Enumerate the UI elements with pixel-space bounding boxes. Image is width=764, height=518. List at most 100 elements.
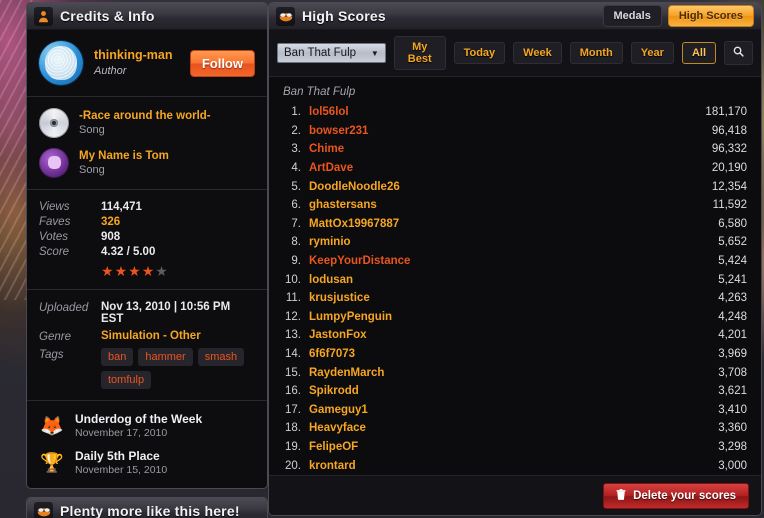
delete-your-scores-button[interactable]: Delete your scores [603, 482, 749, 509]
tags-label: Tags [39, 349, 64, 361]
author-role: Author [94, 64, 127, 77]
list-item[interactable]: -Race around the world- Song [39, 108, 255, 138]
score-rank: 5. [291, 180, 301, 193]
score-value: 4,248 [718, 310, 747, 323]
author-name[interactable]: thinking-man [94, 48, 179, 63]
table-row: 9. KeepYourDistance 5,424 [283, 252, 747, 271]
score-player[interactable]: krontard [309, 460, 687, 472]
song-kind: Song [79, 164, 105, 176]
follow-button[interactable]: Follow [189, 49, 255, 77]
tag-chip[interactable]: tomfulp [101, 371, 152, 389]
genre-label: Genre [39, 331, 71, 343]
header-tabs: Medals High Scores [602, 5, 754, 27]
credits-info-title: Credits & Info [60, 8, 155, 24]
award-meta: Underdog of the Week November 17, 2010 [75, 412, 202, 440]
table-row: 16. Spikrodd 3,621 [283, 382, 747, 401]
score-rank: 17. [285, 403, 301, 416]
score-rank: 10. [285, 273, 301, 286]
table-row: 8. ryminio 5,652 [283, 233, 747, 252]
tank-glasses-icon [276, 6, 295, 26]
list-item[interactable]: My Name is Tom Song [39, 148, 255, 178]
score-value: 12,354 [711, 180, 747, 193]
score-value: 5,652 [718, 236, 747, 249]
score-value: 3,708 [718, 366, 747, 379]
filter-my-best-button[interactable]: My Best [393, 36, 446, 70]
author-row: thinking-man Author Follow [39, 41, 255, 85]
table-row: 11. krusjustice 4,263 [283, 289, 747, 308]
tab-medals[interactable]: Medals [602, 5, 662, 27]
table-row: 3. Chime 96,332 [283, 140, 747, 159]
score-player[interactable]: FelipeOF [309, 441, 687, 453]
filter-all-button[interactable]: All [681, 42, 716, 64]
song-kind: Song [79, 124, 105, 136]
stat-label: Views [39, 201, 70, 213]
author-section: thinking-man Author Follow [27, 30, 267, 97]
score-value: 3,410 [718, 403, 747, 416]
score-player[interactable]: DoodleNoodle26 [309, 181, 687, 193]
filter-month-button[interactable]: Month [569, 42, 623, 64]
score-rank: 11. [285, 292, 301, 305]
score-value: 11,592 [712, 199, 747, 212]
score-player[interactable]: LumpyPenguin [309, 311, 687, 323]
score-player[interactable]: RaydenMarch [309, 367, 687, 379]
uploaded-value: Nov 13, 2010 | 10:56 PM EST [101, 301, 231, 325]
score-player[interactable]: JastonFox [309, 329, 687, 341]
tag-chip[interactable]: smash [197, 348, 245, 366]
score-player[interactable]: Heavyface [309, 422, 687, 434]
table-row: 10. lodusan 5,241 [283, 270, 747, 289]
star-icon: ★ [114, 263, 128, 279]
scoreboard-select[interactable]: Ban That Fulp ▼ [277, 43, 386, 63]
delete-your-scores-label: Delete your scores [633, 489, 736, 502]
list-item: 🏆 Daily 5th Place November 15, 2010 [39, 449, 255, 477]
score-player[interactable]: ghastersans [309, 199, 687, 211]
filter-year-button[interactable]: Year [630, 42, 674, 64]
uploaded-label: Uploaded [39, 302, 89, 314]
list-item: 🦊 Underdog of the Week November 17, 2010 [39, 412, 255, 440]
star-rating[interactable]: ★ ★ ★ ★ ★ [101, 264, 255, 278]
score-player[interactable]: Gameguy1 [309, 404, 687, 416]
genre-value[interactable]: Simulation - Other [101, 330, 255, 343]
page-root: Credits & Info thinking-man Author Follo… [0, 0, 764, 518]
score-player[interactable]: Chime [309, 143, 687, 155]
song-title[interactable]: My Name is Tom [79, 149, 169, 163]
tab-high-scores[interactable]: High Scores [667, 5, 754, 27]
tag-chip[interactable]: hammer [138, 348, 193, 366]
filter-today-button[interactable]: Today [453, 42, 506, 64]
award-meta: Daily 5th Place November 15, 2010 [75, 449, 167, 477]
score-player[interactable]: bowser231 [309, 125, 687, 137]
award-title: Underdog of the Week [75, 412, 203, 426]
credits-info-header: Credits & Info [27, 3, 267, 30]
score-player[interactable]: 6f6f7073 [309, 348, 687, 360]
score-player[interactable]: lodusan [309, 274, 687, 286]
plenty-more-panel: Plenty more like this here! Featured in … [26, 497, 268, 518]
awards-section: 🦊 Underdog of the Week November 17, 2010… [27, 401, 267, 488]
score-value: 3,000 [718, 459, 747, 472]
search-icon[interactable] [724, 41, 753, 65]
score-rank: 1. [291, 106, 301, 119]
score-rank: 8. [291, 236, 301, 249]
score-player[interactable]: krusjustice [309, 292, 687, 304]
purple-disc-icon [39, 148, 69, 178]
score-value: 181,170 [705, 106, 747, 119]
tag-list: ban hammer smash tomfulp [101, 348, 255, 389]
score-rank: 19. [285, 440, 301, 453]
award-date: November 15, 2010 [75, 464, 168, 476]
score-value: 3,298 [718, 440, 747, 453]
credits-info-panel: Credits & Info thinking-man Author Follo… [26, 2, 268, 489]
table-row: 15. RaydenMarch 3,708 [283, 363, 747, 382]
filter-week-button[interactable]: Week [513, 42, 562, 64]
filter-toolbar: Ban That Fulp ▼ My Best Today Week Month… [269, 30, 761, 77]
score-player[interactable]: MattOx19967887 [309, 218, 687, 230]
score-rank: 15. [285, 366, 301, 379]
score-player[interactable]: lol56lol [309, 106, 687, 118]
score-player[interactable]: Spikrodd [309, 385, 687, 397]
score-player[interactable]: ryminio [309, 236, 687, 248]
table-row: 14. 6f6f7073 3,969 [283, 345, 747, 364]
song-title[interactable]: -Race around the world- [79, 109, 211, 123]
score-player[interactable]: KeepYourDistance [309, 255, 687, 267]
score-player[interactable]: ArtDave [309, 162, 687, 174]
metadata-grid: Uploaded Nov 13, 2010 | 10:56 PM EST Gen… [39, 301, 255, 389]
table-row: 6. ghastersans 11,592 [283, 196, 747, 215]
tag-chip[interactable]: ban [101, 348, 134, 366]
avatar[interactable] [39, 41, 83, 85]
